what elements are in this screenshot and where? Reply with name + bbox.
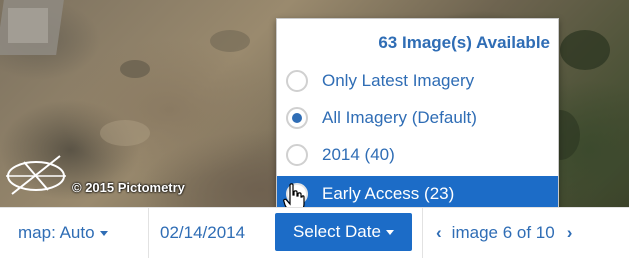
copyright-text: © 2015 Pictometry bbox=[72, 180, 185, 195]
current-date: 02/14/2014 bbox=[160, 223, 246, 242]
option-2014[interactable]: 2014 (40) bbox=[277, 137, 558, 173]
option-label: Only Latest Imagery bbox=[322, 71, 475, 90]
radio-selected-dot bbox=[292, 113, 302, 123]
divider bbox=[148, 208, 149, 258]
radio-button[interactable] bbox=[286, 144, 308, 166]
option-only-latest[interactable]: Only Latest Imagery bbox=[277, 63, 558, 99]
caret-down-icon bbox=[385, 229, 394, 235]
divider bbox=[422, 208, 423, 258]
radio-button[interactable] bbox=[286, 70, 308, 92]
image-pager: ‹ image 6 of 10 › bbox=[436, 208, 572, 258]
compass-icon bbox=[6, 155, 66, 195]
option-label: All Imagery (Default) bbox=[322, 108, 477, 127]
map-mode-dropdown[interactable]: map: Auto bbox=[18, 208, 108, 258]
chevron-right-icon[interactable]: › bbox=[567, 223, 573, 243]
option-label: Early Access (23) bbox=[322, 184, 455, 203]
select-date-button[interactable]: Select Date bbox=[275, 213, 412, 251]
option-all-imagery[interactable]: All Imagery (Default) bbox=[277, 100, 558, 136]
caret-down-icon bbox=[99, 230, 108, 236]
select-date-label: Select Date bbox=[293, 222, 381, 241]
image-counter: image 6 of 10 bbox=[451, 223, 555, 242]
radio-button[interactable] bbox=[286, 107, 308, 129]
chevron-left-icon[interactable]: ‹ bbox=[436, 223, 442, 243]
rooftop-detail bbox=[8, 8, 48, 43]
images-available-header: 63 Image(s) Available bbox=[378, 33, 550, 52]
imagery-dropdown: 63 Image(s) Available Only Latest Imager… bbox=[276, 18, 559, 215]
option-label: 2014 (40) bbox=[322, 145, 395, 164]
map-mode-label: map: Auto bbox=[18, 223, 95, 242]
